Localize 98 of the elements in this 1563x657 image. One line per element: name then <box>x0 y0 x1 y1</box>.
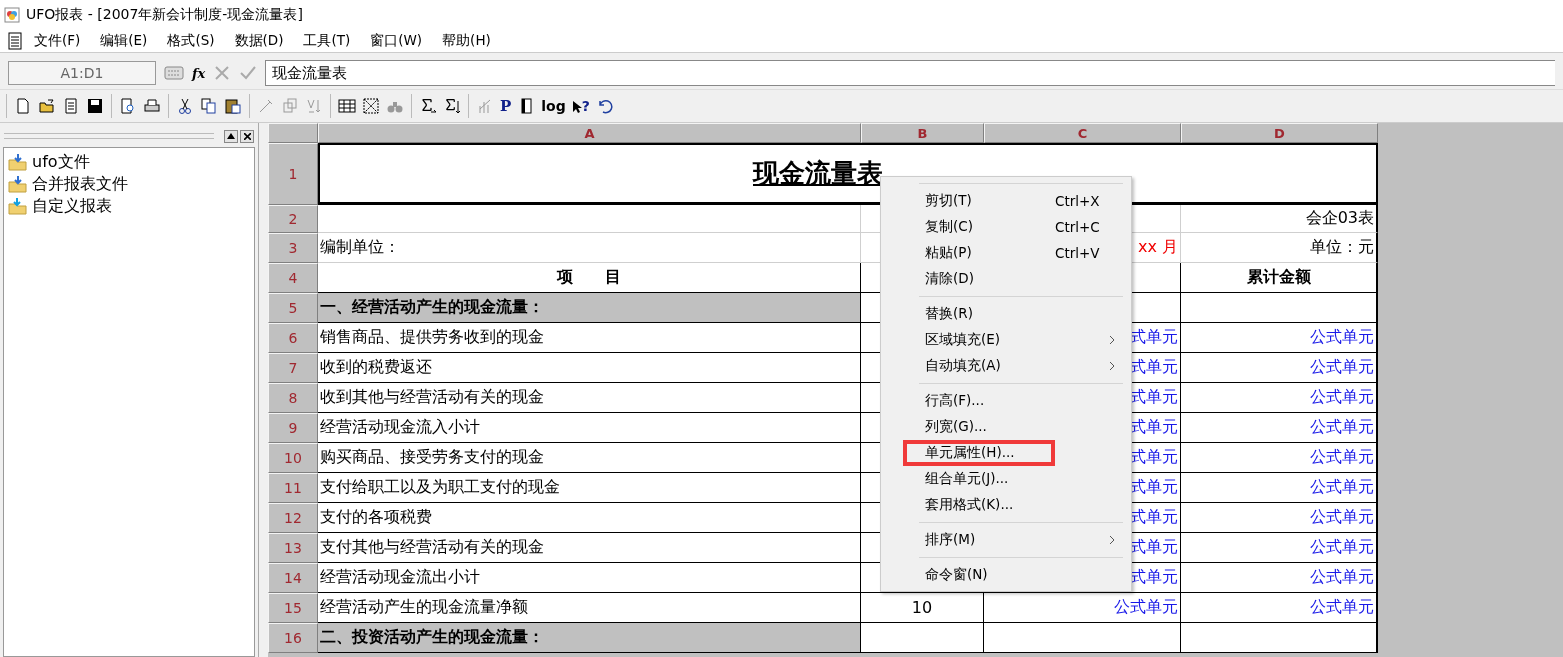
table-cell: 购买商品、接受劳务支付的现金 <box>318 443 861 473</box>
sum-down-icon[interactable] <box>443 97 461 115</box>
save-icon[interactable] <box>86 97 104 115</box>
column-header[interactable]: C <box>984 123 1181 143</box>
row-number[interactable]: 14 <box>268 563 318 593</box>
checkmark-icon[interactable] <box>239 64 258 82</box>
function-button[interactable]: fx <box>192 65 206 81</box>
menu-item[interactable]: 工具(T) <box>293 32 361 50</box>
row-number[interactable]: 7 <box>268 353 318 383</box>
menu-item[interactable]: 编辑(E) <box>90 32 158 50</box>
table-cell: 经营活动现金流入小计 <box>318 413 861 443</box>
corner-header[interactable] <box>268 123 318 143</box>
row-number[interactable]: 3 <box>268 233 318 263</box>
app-icon <box>4 7 20 23</box>
toolbar-button[interactable]: log <box>539 94 568 118</box>
table-cell: 公式单元 <box>1181 473 1378 503</box>
row-number[interactable]: 15 <box>268 593 318 623</box>
table-cell: 公式单元 <box>1181 563 1378 593</box>
new-file-icon[interactable] <box>14 97 32 115</box>
print-preview-icon[interactable] <box>119 97 137 115</box>
table-cell: 公式单元 <box>1181 593 1378 623</box>
table-cell: 项 目 <box>318 263 861 293</box>
table-cell: 公式单元 <box>1181 413 1378 443</box>
table-cell: 支付的各项税费 <box>318 503 861 533</box>
table-cell: 10 <box>861 593 984 623</box>
context-menu-item[interactable]: 单元属性(H)... <box>903 440 1055 466</box>
row-number[interactable]: 5 <box>268 293 318 323</box>
formula-input-field[interactable]: 现金流量表 <box>265 60 1555 86</box>
menu-item[interactable]: 格式(S) <box>157 32 225 50</box>
open-folder-icon[interactable] <box>38 97 56 115</box>
table-cell: 公式单元 <box>1181 323 1378 353</box>
row-number[interactable]: 2 <box>268 205 318 233</box>
table-cell: 单位：元 <box>1181 233 1378 263</box>
scissors-icon[interactable] <box>176 97 194 115</box>
tree-label: 自定义报表 <box>32 195 112 217</box>
row-number[interactable]: 8 <box>268 383 318 413</box>
table-cell: 支付其他与经营活动有关的现金 <box>318 533 861 563</box>
row-number[interactable]: 16 <box>268 623 318 653</box>
dotted-grid-icon[interactable] <box>362 97 380 115</box>
tree-item[interactable]: 自定义报表 <box>8 195 250 217</box>
column-header[interactable]: A <box>318 123 861 143</box>
table-cell: 经营活动产生的现金流量净额 <box>318 593 861 623</box>
table-cell: 收到的税费返还 <box>318 353 861 383</box>
table-cell: 一、经营活动产生的现金流量： <box>318 293 861 323</box>
table-cell: 会企03表 <box>1181 205 1378 233</box>
folder-icon <box>8 153 28 171</box>
row-number[interactable]: 13 <box>268 533 318 563</box>
context-menu-item[interactable]: 剪切(T) Ctrl+X <box>881 188 1131 214</box>
tree-label: 合并报表文件 <box>32 173 128 195</box>
row-number[interactable]: 6 <box>268 323 318 353</box>
folder-icon <box>8 197 28 215</box>
tree-label: ufo文件 <box>32 151 90 173</box>
table-cell: 经营活动现金流出小计 <box>318 563 861 593</box>
row-number[interactable]: 10 <box>268 443 318 473</box>
menu-item[interactable]: 帮助(H) <box>432 32 501 50</box>
table-cell: 编制单位： <box>318 233 861 263</box>
copy-icon[interactable] <box>200 97 218 115</box>
table-cell: 累计金额 <box>1181 263 1378 293</box>
report-title: 现金流量表 <box>753 157 883 190</box>
cell-reference-field[interactable]: A1:D1 <box>8 61 156 85</box>
table-cell: 公式单元 <box>1181 383 1378 413</box>
sum-icon[interactable] <box>419 97 437 115</box>
window-title: UFO报表 - [2007年新会计制度-现金流量表] <box>26 6 303 24</box>
tree-item[interactable]: 合并报表文件 <box>8 173 250 195</box>
document-menu-icon[interactable] <box>6 32 24 50</box>
triangle-up-icon <box>227 133 235 139</box>
column-header[interactable]: D <box>1181 123 1378 143</box>
collapse-button[interactable] <box>224 129 238 143</box>
menu-item[interactable]: 窗口(W) <box>360 32 433 50</box>
table-cell: 收到其他与经营活动有关的现金 <box>318 383 861 413</box>
toolbar-button[interactable]: P <box>498 94 514 118</box>
tree-item[interactable]: ufo文件 <box>8 151 250 173</box>
row-number[interactable]: 12 <box>268 503 318 533</box>
row-number[interactable]: 1 <box>268 143 318 205</box>
close-icon <box>243 132 251 140</box>
table-cell: 公式单元 <box>1181 353 1378 383</box>
row-number[interactable]: 9 <box>268 413 318 443</box>
folder-icon <box>8 175 28 193</box>
table-cell: 公式单元 <box>984 593 1181 623</box>
help-cursor-button[interactable]: ? <box>569 94 592 118</box>
row-number[interactable]: 4 <box>268 263 318 293</box>
column-header[interactable]: B <box>861 123 984 143</box>
table-cell: 二、投资活动产生的现金流量： <box>318 623 861 653</box>
table-icon[interactable] <box>338 97 356 115</box>
context-menu-item[interactable]: 清除(D) <box>881 266 1131 292</box>
menu-item[interactable]: 文件(F) <box>24 32 91 50</box>
printer-icon[interactable] <box>143 97 161 115</box>
table-cell: 公式单元 <box>1181 503 1378 533</box>
close-button[interactable] <box>240 129 254 143</box>
document-icon[interactable] <box>62 97 80 115</box>
menu-item[interactable]: 数据(D) <box>224 32 294 50</box>
clipboard-icon[interactable] <box>224 97 242 115</box>
cursor-icon <box>571 100 582 114</box>
table-cell: 支付给职工以及为职工支付的现金 <box>318 473 861 503</box>
table-cell: 销售商品、提供劳务收到的现金 <box>318 323 861 353</box>
row-number[interactable]: 11 <box>268 473 318 503</box>
table-cell: 公式单元 <box>1181 443 1378 473</box>
table-cell: 公式单元 <box>1181 533 1378 563</box>
